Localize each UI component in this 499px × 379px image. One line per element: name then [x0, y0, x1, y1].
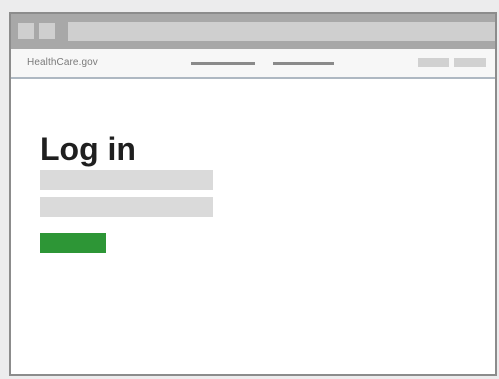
- username-field[interactable]: [40, 170, 213, 190]
- site-logo-text[interactable]: HealthCare.gov: [27, 57, 98, 68]
- site-header: HealthCare.gov: [11, 49, 495, 79]
- browser-toolbar: [11, 14, 495, 49]
- header-action-placeholder[interactable]: [418, 58, 449, 67]
- browser-control-placeholder[interactable]: [39, 23, 55, 39]
- browser-control-placeholder[interactable]: [18, 23, 34, 39]
- nav-link-placeholder[interactable]: [191, 62, 255, 65]
- login-button[interactable]: [40, 233, 106, 253]
- password-field[interactable]: [40, 197, 213, 217]
- nav-link-placeholder[interactable]: [273, 62, 334, 65]
- page-title: Log in: [40, 131, 136, 168]
- browser-window: HealthCare.gov Log in: [9, 12, 497, 376]
- address-bar-placeholder[interactable]: [68, 22, 495, 41]
- header-action-placeholder[interactable]: [454, 58, 486, 67]
